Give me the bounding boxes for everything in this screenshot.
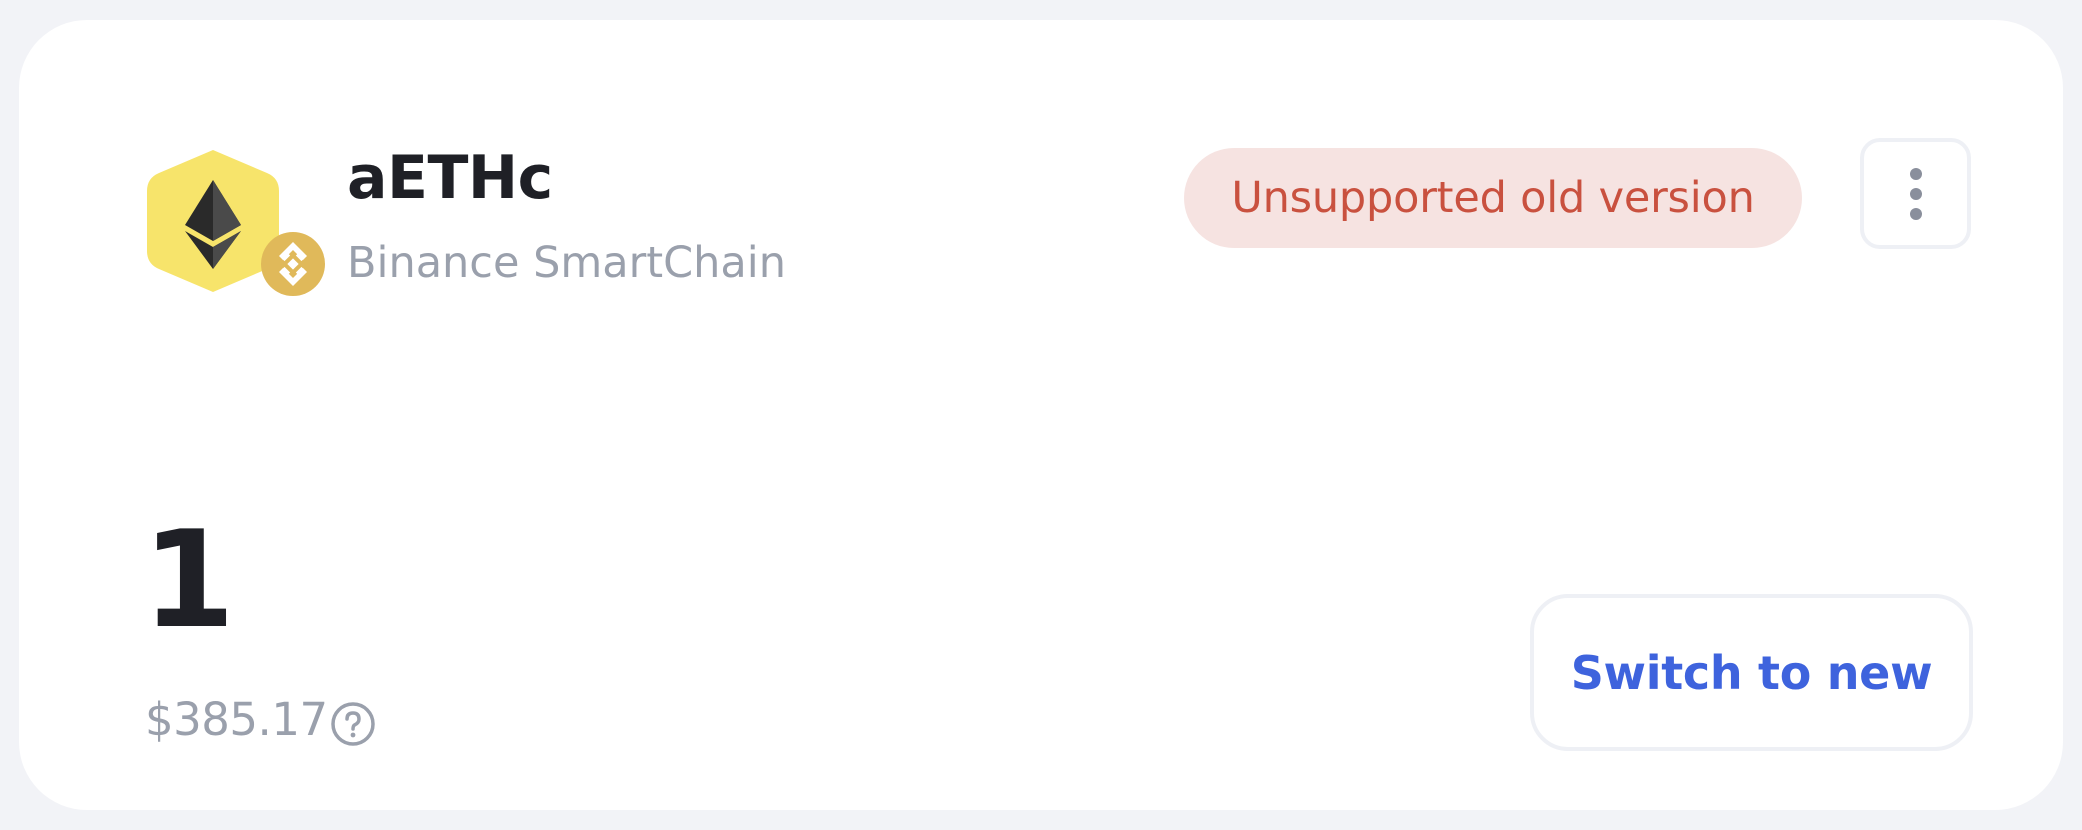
usd-value: $385.17 <box>145 693 328 746</box>
more-vertical-icon <box>1909 167 1922 220</box>
unsupported-version-badge: Unsupported old version <box>1184 148 1802 248</box>
binance-icon <box>261 232 325 296</box>
more-options-button[interactable] <box>1860 138 1971 249</box>
token-card: aETHc Binance SmartChain Unsupported old… <box>19 20 2063 810</box>
balance-amount: 1 <box>142 502 236 658</box>
token-icon-group <box>147 146 329 296</box>
network-name: Binance SmartChain <box>347 238 786 288</box>
ethereum-icon <box>147 150 325 296</box>
token-symbol: aETHc <box>347 143 553 213</box>
question-circle-icon[interactable] <box>330 701 376 747</box>
switch-to-new-button[interactable]: Switch to new <box>1530 594 1973 751</box>
